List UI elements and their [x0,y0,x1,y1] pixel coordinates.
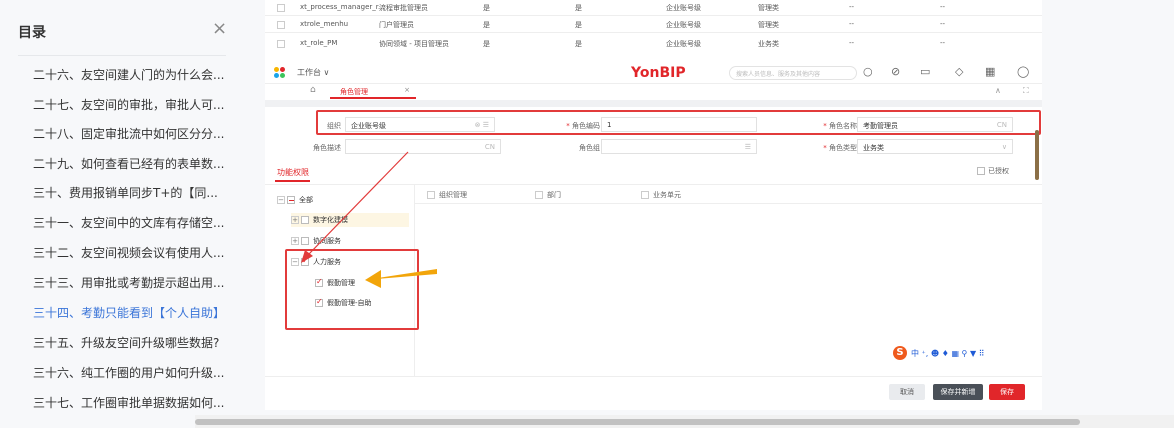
toc-item[interactable]: 二十七、友空间的审批，审批人可... [33,96,233,113]
ime-logo-icon: S [893,346,907,360]
ime-status: 中 ⁺, ☻ ♦ ▦ ⚲ ▼ ⠿ [911,348,985,358]
save-and-new-button[interactable]: 保存并新增 [933,384,983,400]
toc-item[interactable]: 三十、费用报销单同步T+的【同... [33,184,233,201]
article-screenshot: xt_process_manager_r... 流程审批管理员 是 是 企业账号… [265,0,1042,410]
horizontal-scrollbar[interactable] [195,419,1080,425]
toc-item-active[interactable]: 三十四、考勤只能看到【个人自助】 [33,304,233,321]
form-footer: 取消 保存并新增 保存 [265,376,1042,409]
save-button[interactable]: 保存 [989,384,1025,400]
orange-arrow-head [365,270,381,288]
toc-item[interactable]: 三十三、用审批或考勤提示超出用... [33,274,233,291]
toc-divider [18,55,226,56]
toc-title: 目录 [18,25,46,41]
red-arrow-line [307,151,409,256]
toc-item[interactable]: 二十九、如何查看已经有的表单数... [33,155,233,172]
toc-item[interactable]: 三十二、友空间视频会议有使用人... [33,244,233,261]
toc-item[interactable]: 三十一、友空间中的文库有存储空... [33,214,233,231]
toc-panel: 目录 × 二十六、友空间建人门的为什么会... 二十七、友空间的审批，审批人可.… [0,0,245,428]
toc-item[interactable]: 三十六、纯工作圈的用户如何升级... [33,364,233,381]
toc-item[interactable]: 三十七、工作圈审批单据数据如何... [33,394,233,411]
toc-item[interactable]: 二十八、固定审批流中如何区分分... [33,125,233,142]
toc-item[interactable]: 二十六、友空间建人门的为什么会... [33,66,233,83]
toc-item[interactable]: 三十五、升级友空间升级哪些数据? [33,334,233,351]
ime-toolbar[interactable]: S 中 ⁺, ☻ ♦ ▦ ⚲ ▼ ⠿ [893,346,985,362]
cancel-button[interactable]: 取消 [889,384,925,400]
close-icon[interactable]: × [212,18,227,39]
